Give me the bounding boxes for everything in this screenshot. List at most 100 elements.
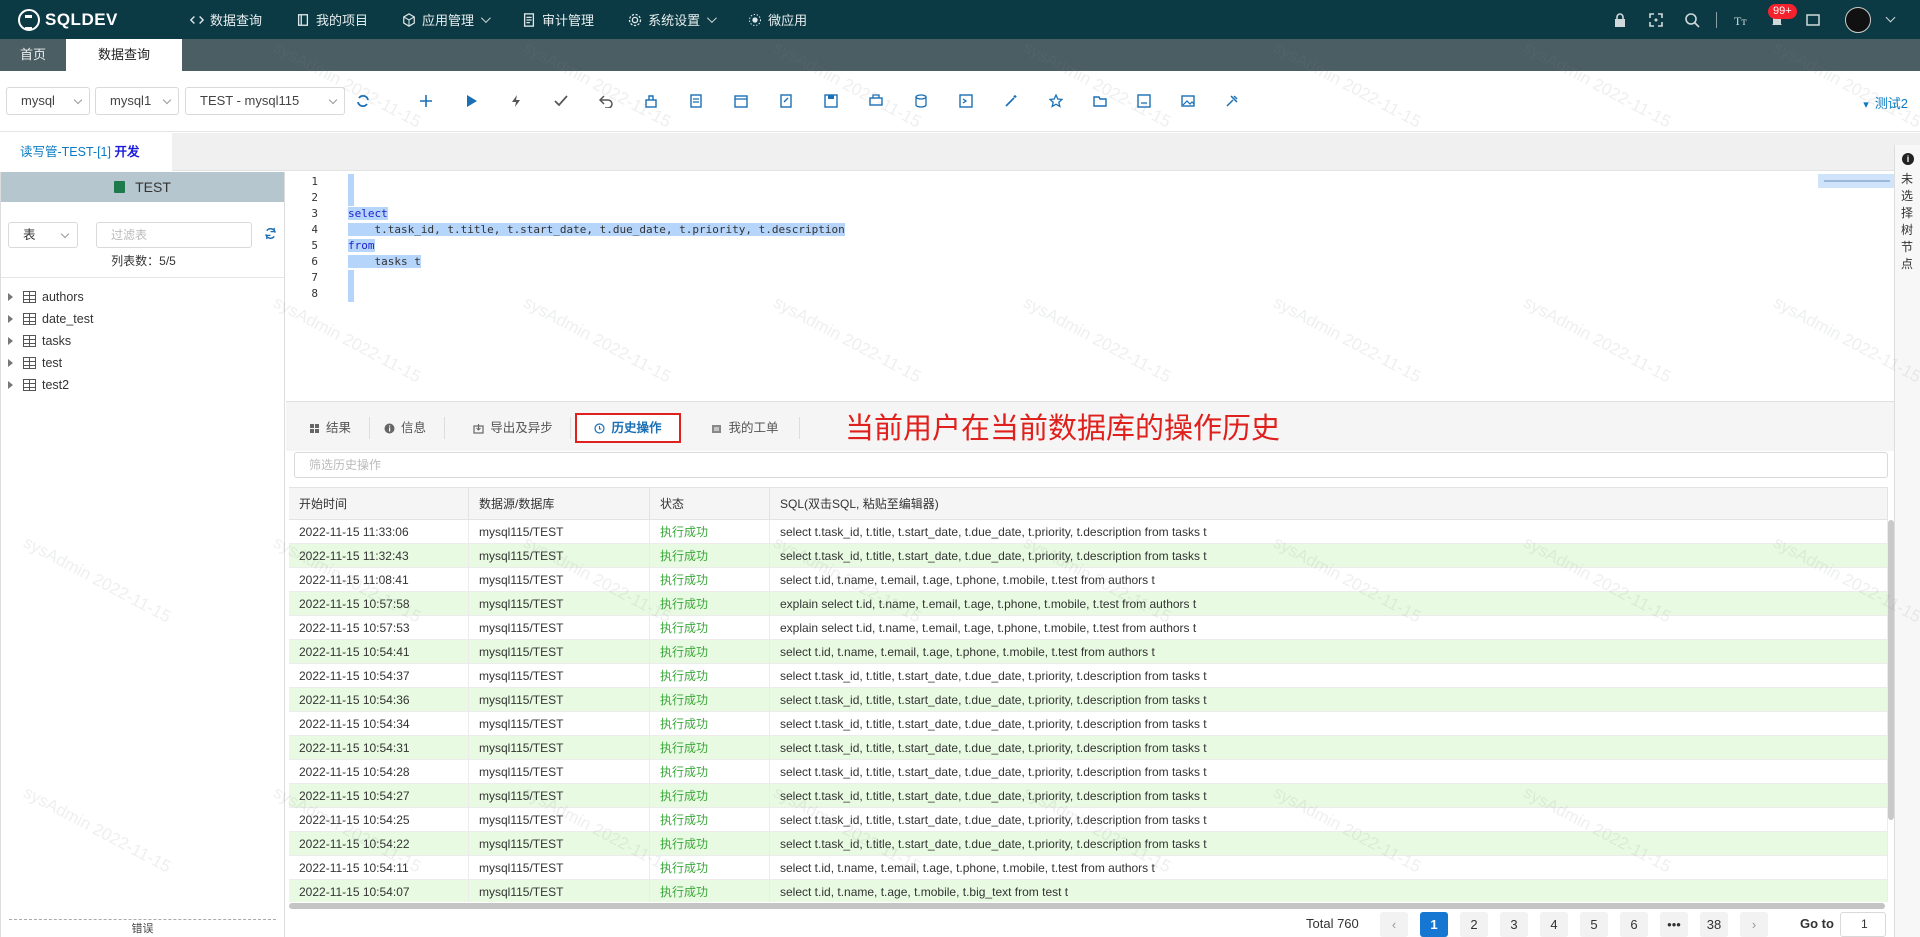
result-tab-3[interactable]: 历史操作 [575,413,681,443]
column-header[interactable]: SQL(双击SQL, 粘贴至编辑器) [770,488,1888,520]
db-type-select[interactable]: mysql [6,87,90,115]
nav-item-3[interactable]: 审计管理 [522,10,594,29]
sql-cell[interactable]: select t.id, t.name, t.email, t.age, t.p… [770,856,1888,880]
connection-select[interactable]: TEST - mysql115 [185,87,345,115]
table-row[interactable]: 2022-11-15 11:33:06 mysql115/TEST 执行成功 sele… [289,520,1888,544]
tree-item-table[interactable]: test [1,352,284,374]
page-button[interactable]: 4 [1540,912,1568,937]
sql-cell[interactable]: select t.task_id, t.title, t.start_date,… [770,520,1888,544]
table-row[interactable]: 2022-11-15 11:08:41 mysql115/TEST 执行成功 sele… [289,568,1888,592]
print-icon[interactable] [869,94,883,108]
save-icon[interactable] [824,94,838,108]
image-icon[interactable] [1181,94,1195,108]
page-button[interactable]: 6 [1620,912,1648,937]
format-icon[interactable] [644,94,658,108]
star-icon[interactable] [1049,94,1063,108]
page-button[interactable]: ••• [1660,912,1688,937]
table-row[interactable]: 2022-11-15 10:54:07 mysql115/TEST 执行成功 sele… [289,880,1888,902]
user-menu[interactable]: 测试2 [1863,93,1908,112]
table-row[interactable]: 2022-11-15 10:54:27 mysql115/TEST 执行成功 sele… [289,784,1888,808]
sql-cell[interactable]: select t.id, t.name, t.email, t.age, t.p… [770,568,1888,592]
table-row[interactable]: 2022-11-15 11:32:43 mysql115/TEST 执行成功 sele… [289,544,1888,568]
chevron-down-icon[interactable] [1885,12,1896,23]
page-button[interactable]: 5 [1580,912,1608,937]
table-row[interactable]: 2022-11-15 10:54:41 mysql115/TEST 执行成功 sele… [289,640,1888,664]
search-icon[interactable] [1684,12,1700,28]
page-button[interactable]: 1 [1420,912,1448,937]
magic-wand-icon[interactable] [1004,94,1018,108]
column-header[interactable]: 开始时间 [289,488,469,520]
sql-cell[interactable]: select t.id, t.name, t.email, t.age, t.p… [770,640,1888,664]
sql-cell[interactable]: select t.task_id, t.title, t.start_date,… [770,760,1888,784]
sql-cell[interactable]: select t.task_id, t.title, t.start_date,… [770,736,1888,760]
datasource-select[interactable]: mysql1 [95,87,179,115]
message-icon[interactable] [1805,12,1821,28]
refresh-icon[interactable] [264,227,277,240]
tree-item-table[interactable]: authors [1,286,284,308]
table-row[interactable]: 2022-11-15 10:57:53 mysql115/TEST 执行成功 expl… [289,616,1888,640]
database-icon[interactable] [914,94,928,108]
table-row[interactable]: 2022-11-15 10:54:11 mysql115/TEST 执行成功 sele… [289,856,1888,880]
result-tab-1[interactable]: 信息 [365,413,445,443]
result-tab-4[interactable]: 我的工单 [690,413,800,443]
code-line[interactable]: select [348,206,388,222]
rollback-icon[interactable] [599,94,613,108]
prev-page-button[interactable]: ‹ [1380,912,1408,937]
lock-icon[interactable] [1612,12,1628,28]
goto-input[interactable]: 1 [1840,912,1886,937]
code-line[interactable] [348,190,354,206]
font-size-icon[interactable]: Tт [1733,12,1749,28]
tab-data-query[interactable]: 数据查询 [66,39,183,71]
column-header[interactable]: 数据源/数据库 [469,488,650,520]
terminal-icon[interactable] [959,94,973,108]
table-row[interactable]: 2022-11-15 10:54:22 mysql115/TEST 执行成功 sele… [289,832,1888,856]
run-icon[interactable] [464,94,478,108]
table-row[interactable]: 2022-11-15 10:54:31 mysql115/TEST 执行成功 sele… [289,736,1888,760]
refresh-icon[interactable] [355,94,369,108]
sql-cell[interactable]: explain select t.id, t.name, t.email, t.… [770,616,1888,640]
tree-item-table[interactable]: test2 [1,374,284,396]
tree-item-table[interactable]: date_test [1,308,284,330]
editor-minimap[interactable] [1818,174,1894,188]
table-row[interactable]: 2022-11-15 10:57:58 mysql115/TEST 执行成功 expl… [289,592,1888,616]
nav-item-4[interactable]: 系统设置 [628,10,717,29]
expand-caret-icon[interactable] [8,337,13,345]
table-row[interactable]: 2022-11-15 10:54:34 mysql115/TEST 执行成功 sele… [289,712,1888,736]
app-logo[interactable]: SQLDEV [18,8,190,31]
user-avatar[interactable] [1845,6,1871,33]
nav-item-0[interactable]: 数据查询 [190,10,262,29]
page-button[interactable]: 38 [1700,912,1728,937]
properties-strip[interactable]: i 未选择树节点 [1894,145,1920,937]
tab-home[interactable]: 首页 [0,39,66,71]
table-row[interactable]: 2022-11-15 10:54:25 mysql115/TEST 执行成功 sele… [289,808,1888,832]
horizontal-scrollbar[interactable] [289,903,1885,909]
sql-cell[interactable]: select t.task_id, t.title, t.start_date,… [770,712,1888,736]
sql-cell[interactable]: select t.task_id, t.title, t.start_date,… [770,688,1888,712]
code-line[interactable]: t.task_id, t.title, t.start_date, t.due_… [348,222,845,238]
folder-icon[interactable] [1093,94,1107,108]
code-line[interactable] [348,270,354,286]
code-line[interactable]: from [348,238,375,254]
nav-item-5[interactable]: 微应用 [748,10,807,29]
code-line[interactable]: tasks t [348,254,421,270]
vertical-scrollbar[interactable] [1888,520,1894,820]
sql-cell[interactable]: select t.task_id, t.title, t.start_date,… [770,784,1888,808]
nav-item-1[interactable]: 我的项目 [296,10,368,29]
add-icon[interactable] [419,94,433,108]
expand-caret-icon[interactable] [8,315,13,323]
sql-cell[interactable]: select t.task_id, t.title, t.start_date,… [770,808,1888,832]
code-line[interactable] [348,286,354,302]
tools-icon[interactable] [1225,94,1239,108]
calendar-icon[interactable] [734,94,748,108]
sql-cell[interactable]: explain select t.id, t.name, t.email, t.… [770,592,1888,616]
explain-icon[interactable] [689,94,703,108]
sql-cell[interactable]: select t.task_id, t.title, t.start_date,… [770,832,1888,856]
page-button[interactable]: 2 [1460,912,1488,937]
edit-doc-icon[interactable] [779,94,793,108]
result-tab-0[interactable]: 结果 [290,413,370,443]
run-current-icon[interactable] [509,94,523,108]
table-row[interactable]: 2022-11-15 10:54:28 mysql115/TEST 执行成功 sele… [289,760,1888,784]
history-filter-input[interactable]: 筛选历史操作 [294,452,1888,478]
object-kind-select[interactable]: 表 [8,222,78,248]
table-row[interactable]: 2022-11-15 10:54:36 mysql115/TEST 执行成功 sele… [289,688,1888,712]
